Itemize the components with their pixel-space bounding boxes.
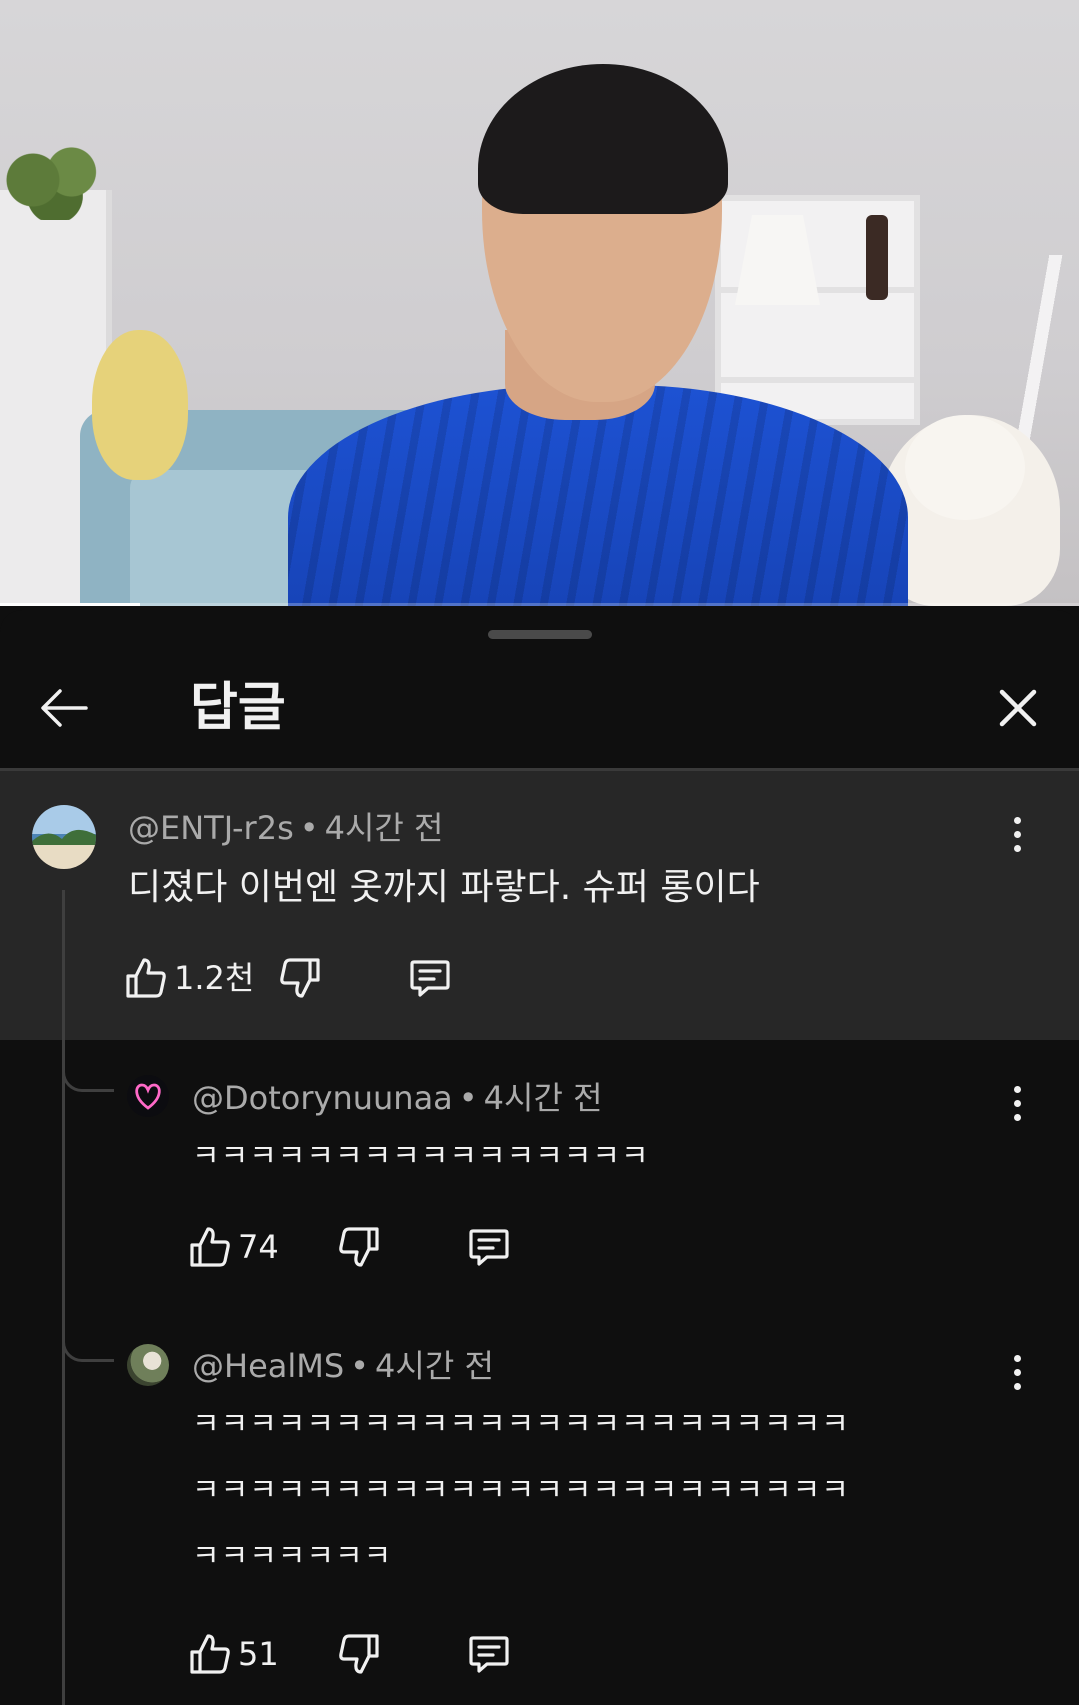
comment-meta: @ENTJ-r2s • 4시간 전 [128,809,444,847]
more-options-button[interactable] [997,1344,1037,1400]
heart-icon [135,1083,161,1110]
reply-button[interactable] [467,1225,511,1269]
more-options-button[interactable] [997,806,1037,862]
like-count: 1.2천 [174,959,255,997]
close-icon [999,689,1037,727]
like-button[interactable]: 51 [188,1632,279,1676]
avatar[interactable] [32,805,96,869]
thumbs-down-icon [278,956,322,1000]
avatar[interactable] [127,1344,169,1386]
more-vertical-icon [1013,1354,1021,1362]
thread-branch [62,1052,114,1092]
reply-button[interactable] [467,1632,511,1676]
video-progress-fill [0,603,141,606]
video-right-shelf [715,195,920,425]
more-vertical-icon [1013,816,1021,824]
reply-button[interactable] [408,956,452,1000]
arrow-left-icon [41,689,88,727]
comment-author[interactable]: @HealMS [192,1347,344,1385]
comment-meta: @HealMS • 4시간 전 [192,1347,494,1385]
video-teddy-bear-head [905,415,1025,520]
drag-handle[interactable] [488,630,592,639]
comment-icon [467,1225,511,1269]
comment-icon [408,956,452,1000]
thumbs-down-icon [337,1632,381,1676]
thumbs-up-icon [188,1225,232,1269]
thread-line [62,890,65,1705]
comment-time: 4시간 전 [483,1079,603,1117]
close-button[interactable] [990,680,1046,736]
video-yellow-plush [92,330,188,480]
video-progress-track[interactable] [0,603,1079,606]
thumbs-up-icon [124,956,168,1000]
video-player[interactable] [0,0,1079,606]
comment-time: 4시간 전 [324,809,444,847]
back-button[interactable] [36,680,92,736]
avatar[interactable] [127,1075,169,1117]
dislike-button[interactable] [337,1632,381,1676]
like-button[interactable]: 1.2천 [124,956,254,1000]
sheet-title: 답글 [190,678,286,738]
comment-text: ㅋㅋㅋㅋㅋㅋㅋㅋㅋㅋㅋㅋㅋㅋㅋㅋㅋㅋㅋㅋㅋㅋㅋ ㅋㅋㅋㅋㅋㅋㅋㅋㅋㅋㅋㅋㅋㅋㅋㅋ… [192,1407,850,1574]
more-vertical-icon [1013,1085,1021,1093]
thumbs-up-icon [188,1632,232,1676]
like-count: 51 [238,1635,279,1673]
comment-time: 4시간 전 [375,1347,494,1385]
dislike-button[interactable] [337,1225,381,1269]
comment-icon [467,1632,511,1676]
dislike-button[interactable] [278,956,322,1000]
more-options-button[interactable] [997,1075,1037,1131]
comment-meta: @Dotorynuunaa • 4시간 전 [192,1079,603,1117]
video-plant [0,140,110,220]
sheet-header: 답글 [0,650,1079,770]
comment-text: 디졌다 이번엔 옷까지 파랗다. 슈퍼 롱이다 [128,867,760,908]
video-bottle [866,215,888,300]
thread-branch [62,1322,114,1362]
comment-author[interactable]: @ENTJ-r2s [128,809,294,847]
like-count: 74 [238,1228,279,1266]
like-button[interactable]: 74 [188,1225,279,1269]
comment-author[interactable]: @Dotorynuunaa [192,1079,453,1117]
comment-text: ㅋㅋㅋㅋㅋㅋㅋㅋㅋㅋㅋㅋㅋㅋㅋㅋ [192,1139,650,1174]
thumbs-down-icon [337,1225,381,1269]
